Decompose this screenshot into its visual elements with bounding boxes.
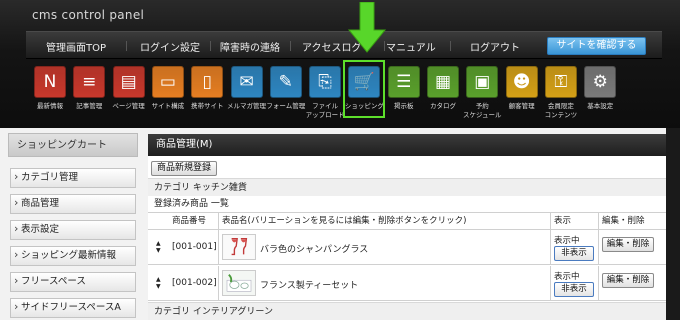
page-title: 商品管理(M) xyxy=(148,134,666,156)
catalog-icon: ▦ xyxy=(427,66,459,98)
sort-arrows-icon[interactable]: ▲ ▼ xyxy=(156,240,161,254)
column-divider xyxy=(218,230,219,264)
newsletter-icon: ✉ xyxy=(230,66,263,98)
column-divider xyxy=(598,213,599,229)
top-navigation: 管理画面TOP ログイン設定 障害時の連絡 アクセスログ マニュアル ログアウト… xyxy=(26,31,662,59)
table-row: ▲ ▼ [001-001] バラ色のシャンパングラス 表示中 非表示 編集・削除 xyxy=(148,230,666,265)
edit-delete-button[interactable]: 編集・削除 xyxy=(602,237,654,252)
settings-icon: ⚙ xyxy=(584,66,617,98)
pointer-arrow-icon xyxy=(347,2,387,53)
product-thumbnail xyxy=(222,234,256,260)
table-header: 商品番号 表品名(バリエーションを見るには編集・削除ボタンをクリック) 表示 編… xyxy=(148,212,666,230)
column-divider xyxy=(550,213,551,229)
column-divider xyxy=(598,230,599,264)
product-code: [001-001] xyxy=(172,242,217,252)
column-edit: 編集・削除 xyxy=(602,216,645,226)
column-divider xyxy=(218,213,219,229)
pages-icon: ▤ xyxy=(112,66,145,98)
nav-login-settings[interactable]: ログイン設定 xyxy=(140,39,200,54)
nav-separator xyxy=(450,41,451,51)
nav-failure-contact[interactable]: 障害時の連絡 xyxy=(220,39,280,54)
news-icon: N xyxy=(34,66,66,98)
toolbar-item[interactable]: ☰ 掲示板 xyxy=(384,64,424,124)
category-heading: カテゴリ キッチン雑貨 xyxy=(148,178,666,196)
toolbar-item[interactable]: ▤ ページ管理 xyxy=(109,64,149,124)
product-code: [001-002] xyxy=(172,278,217,288)
mobile-site-icon: ▯ xyxy=(191,66,224,98)
registered-products-heading: 登録済み商品 一覧 xyxy=(154,199,229,209)
sidebar-item-free-space[interactable]: フリースペース xyxy=(10,272,136,292)
sidebar-item-display-settings[interactable]: 表示設定 xyxy=(10,220,136,240)
product-name[interactable]: フランス製ティーセット xyxy=(260,278,358,291)
column-divider xyxy=(218,266,219,300)
members-icon: ⚿ xyxy=(544,66,577,98)
nav-separator xyxy=(290,41,291,51)
display-status: 表示中 xyxy=(554,236,580,246)
nav-manual[interactable]: マニュアル xyxy=(386,39,436,54)
form-icon: ✎ xyxy=(269,66,302,98)
category-heading: カテゴリ インテリアグリーン xyxy=(148,302,666,320)
toolbar-item-label: 基本設定 xyxy=(587,102,614,110)
nav-separator xyxy=(126,41,127,51)
brand-title: cms control panel xyxy=(32,8,145,22)
site-structure-icon: ▭ xyxy=(151,66,184,98)
hide-button[interactable]: 非表示 xyxy=(554,282,594,297)
nav-admin-top[interactable]: 管理画面TOP xyxy=(46,39,106,54)
view-site-button[interactable]: サイトを確認する xyxy=(547,37,646,55)
hide-button[interactable]: 非表示 xyxy=(554,246,594,261)
toolbar-item[interactable]: ⚿ 会員限定 コンテンツ xyxy=(541,64,581,124)
toolbar-item[interactable]: ⎘ ファイル アップロード xyxy=(305,64,345,124)
toolbar-item[interactable]: ✉ メルマガ管理 xyxy=(227,64,267,124)
new-product-button[interactable]: 商品新規登録 xyxy=(151,161,217,176)
column-divider xyxy=(598,266,599,300)
column-code: 商品番号 xyxy=(172,216,207,226)
nav-logout[interactable]: ログアウト xyxy=(470,39,520,54)
toolbar-item[interactable]: ▯ 携帯サイト xyxy=(187,64,227,124)
column-divider xyxy=(550,230,551,264)
main-content: 商品管理(M) 商品新規登録 カテゴリ キッチン雑貨 登録済み商品 一覧 商品番… xyxy=(148,134,666,320)
column-display: 表示 xyxy=(554,216,572,226)
schedule-icon: ▣ xyxy=(466,66,499,98)
toolbar-item[interactable]: ⚙ 基本設定 xyxy=(580,64,620,124)
product-thumbnail xyxy=(222,270,256,296)
layout-edge xyxy=(666,128,680,320)
sidebar-item-side-free-space-a[interactable]: サイドフリースペースA xyxy=(10,298,136,318)
sidebar-item-products[interactable]: 商品管理 xyxy=(10,194,136,214)
column-divider xyxy=(550,266,551,300)
bbs-icon: ☰ xyxy=(387,66,420,98)
toolbar-item[interactable]: ▭ サイト構成 xyxy=(148,64,188,124)
product-name[interactable]: バラ色のシャンパングラス xyxy=(260,242,368,255)
column-name: 表品名(バリエーションを見るには編集・削除ボタンをクリック) xyxy=(222,216,467,226)
selected-icon-highlight xyxy=(343,60,385,118)
table-row: ▲ ▼ [001-002] フランス製ティーセット 表示中 非表示 編集・削除 xyxy=(148,266,666,301)
customers-icon: ☻ xyxy=(505,66,538,98)
sidebar-title: ショッピングカート xyxy=(8,133,138,157)
header: cms control panel 管理画面TOP ログイン設定 障害時の連絡 … xyxy=(0,0,680,128)
toolbar-item[interactable]: N 最新情報 xyxy=(30,64,70,124)
toolbar-item[interactable]: ≡ 記事管理 xyxy=(69,64,109,124)
nav-separator xyxy=(210,41,211,51)
sort-arrows-icon[interactable]: ▲ ▼ xyxy=(156,276,161,290)
articles-icon: ≡ xyxy=(73,66,106,98)
toolbar-item[interactable]: ▣ 予約 スケジュール xyxy=(462,64,502,124)
sidebar: ショッピングカート カテゴリ管理 商品管理 表示設定 ショッピング最新情報 フリ… xyxy=(0,128,143,320)
file-upload-icon: ⎘ xyxy=(309,66,342,98)
sidebar-item-category[interactable]: カテゴリ管理 xyxy=(10,168,136,188)
edit-delete-button[interactable]: 編集・削除 xyxy=(602,273,654,288)
display-status: 表示中 xyxy=(554,272,580,282)
sidebar-item-shopping-news[interactable]: ショッピング最新情報 xyxy=(10,246,136,266)
